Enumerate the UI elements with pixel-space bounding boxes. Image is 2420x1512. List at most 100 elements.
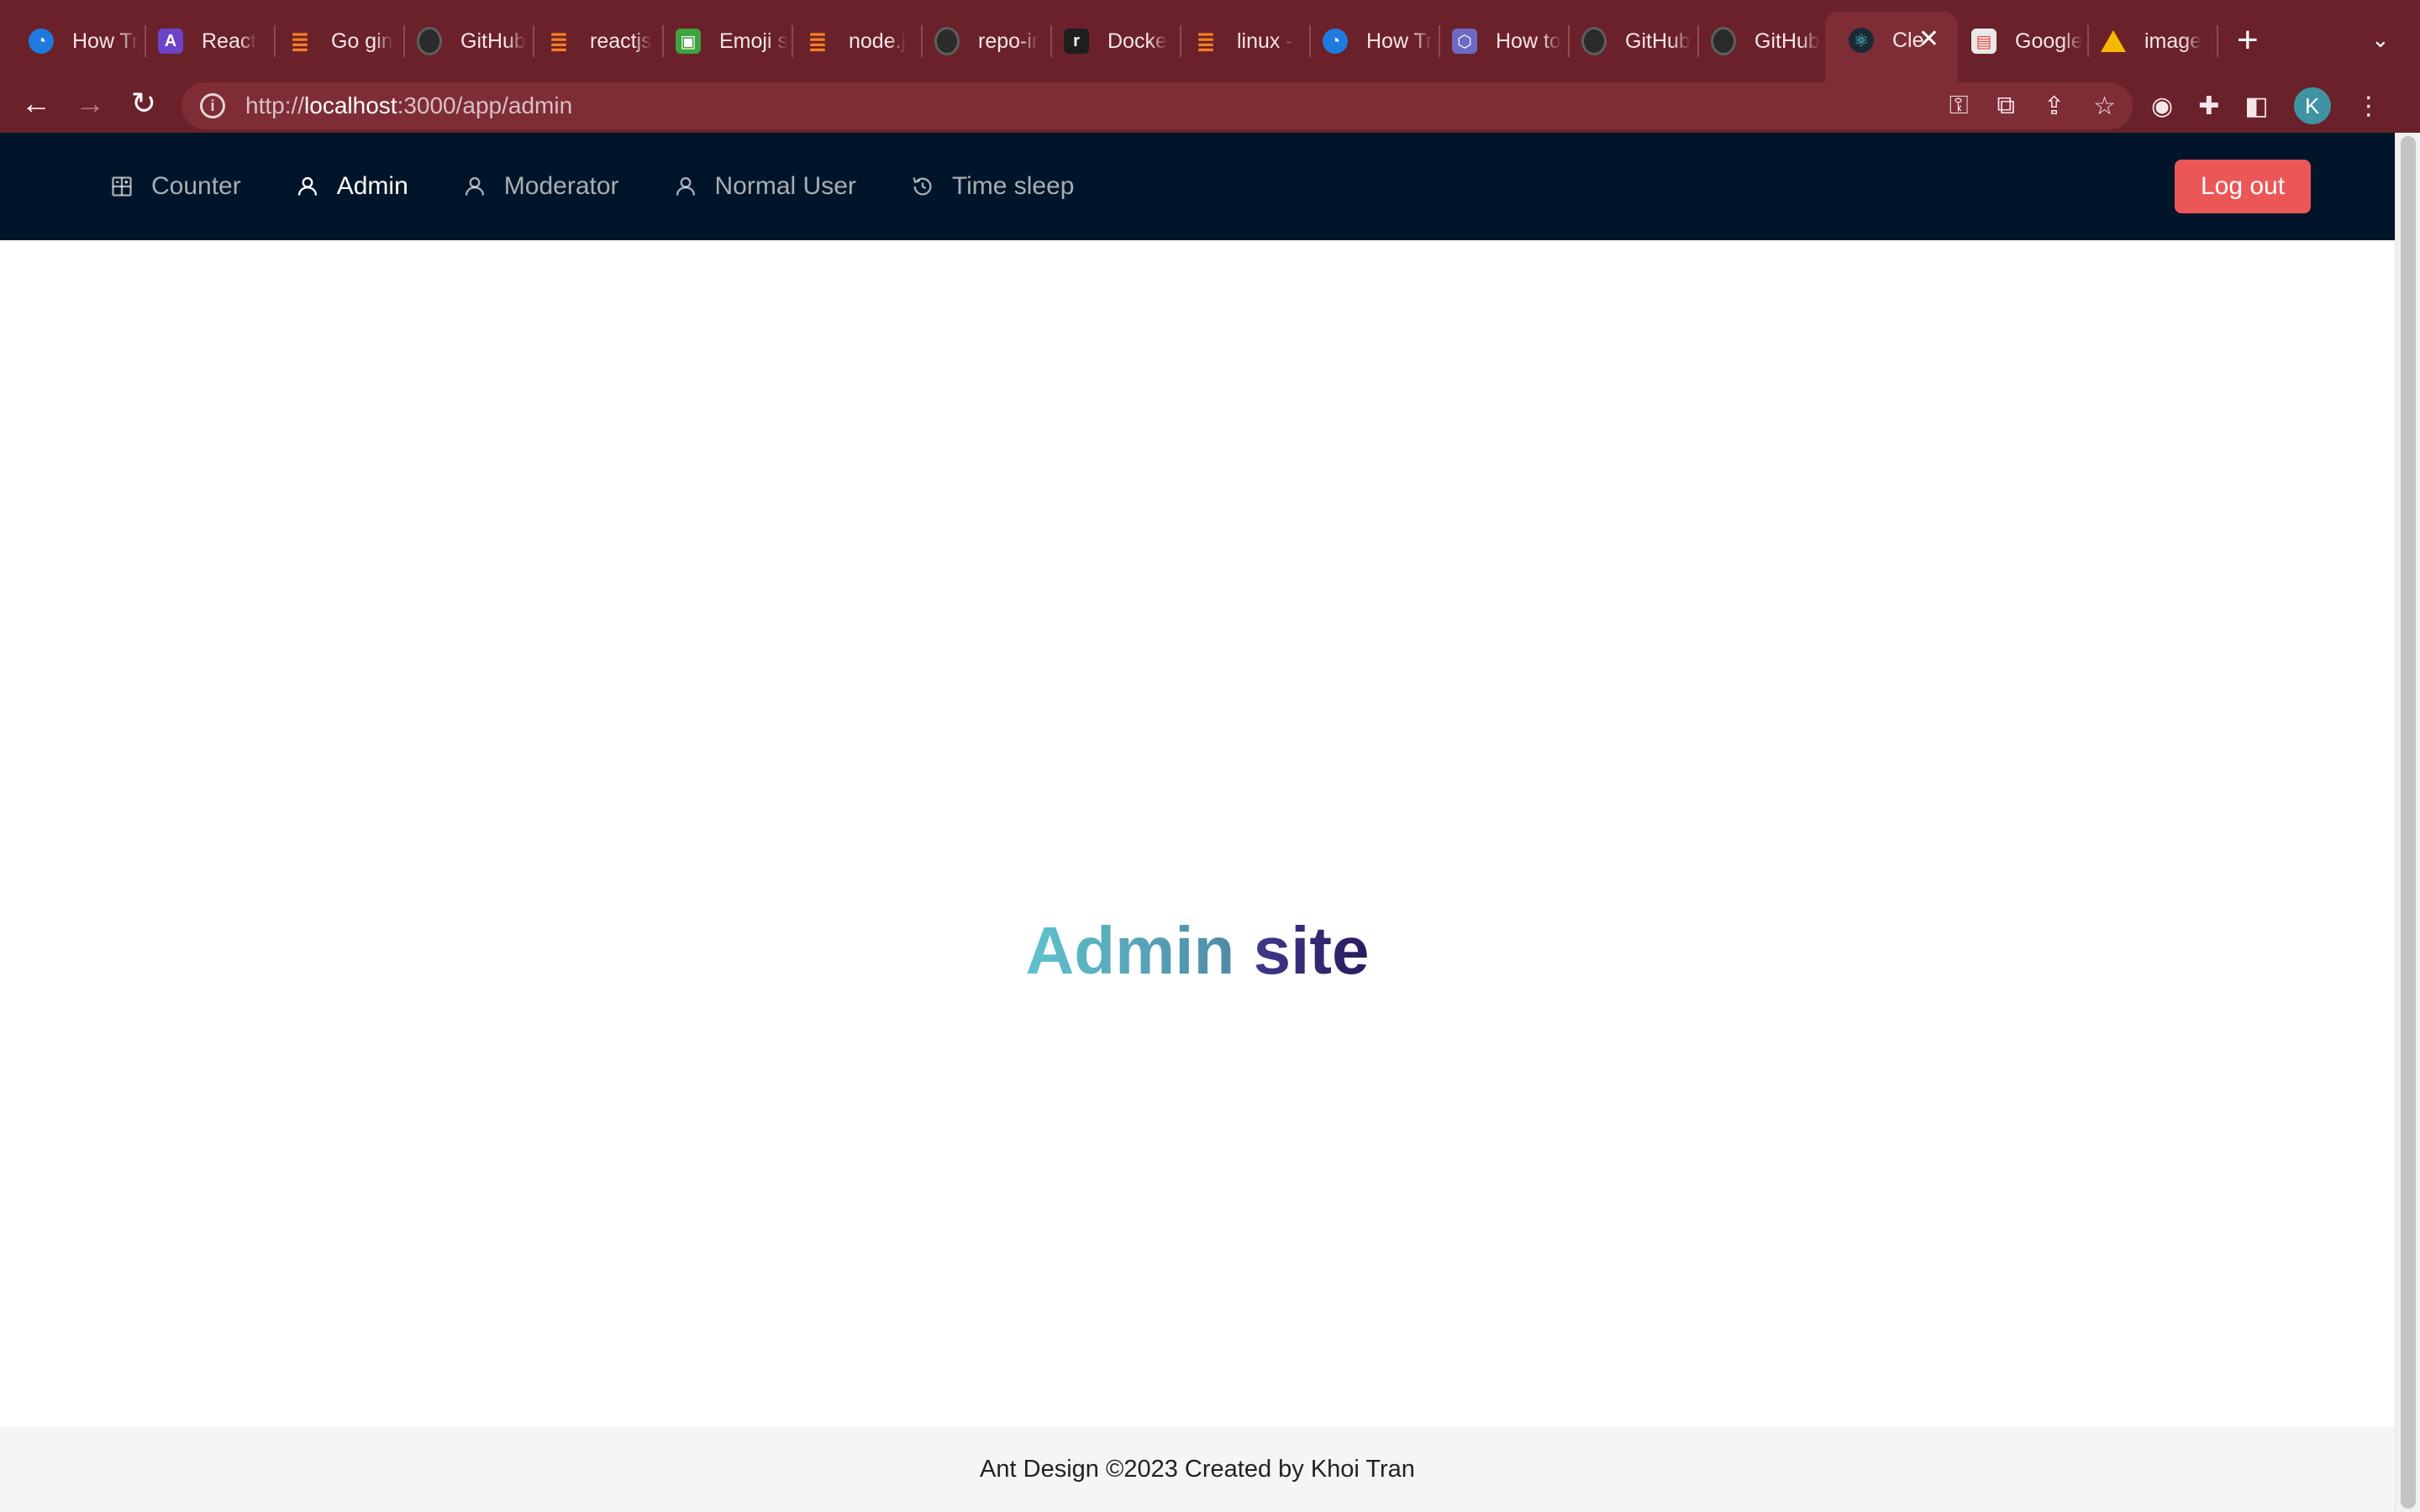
title-word-site: site: [1253, 913, 1370, 988]
google-docs-icon: ▤: [1971, 29, 1996, 54]
clock-history-icon: [910, 174, 935, 199]
main-content: Admin site: [0, 240, 2395, 1425]
menu-item-normal-user[interactable]: Normal User: [646, 133, 883, 240]
github-icon: [934, 29, 960, 54]
edge-logo-icon: ◔: [1323, 29, 1348, 54]
logout-button[interactable]: Log out: [2175, 160, 2311, 213]
tab-title: image: [2144, 29, 2202, 53]
tab-8[interactable]: repo-ir: [911, 13, 1052, 69]
edge-logo-icon: ◔: [29, 29, 54, 54]
page-footer: Ant Design ©2023 Created by Khoi Tran: [0, 1426, 2395, 1512]
scrollbar-thumb[interactable]: [2401, 136, 2416, 1509]
url-path: :3000/app/admin: [397, 92, 573, 118]
user-icon: [673, 174, 698, 199]
page-scrollbar[interactable]: [2395, 133, 2420, 1512]
tab-10[interactable]: ≣ linux -: [1170, 13, 1311, 69]
page-title: Admin site: [0, 912, 2395, 990]
stackoverflow-icon: ≣: [808, 28, 828, 55]
close-tab-icon[interactable]: ✕: [1918, 27, 1939, 52]
app-header: Counter Admin Moderator Normal User Time…: [0, 133, 2395, 240]
browser-toolbar: ← → ↻ i http://localhost:3000/app/admin …: [0, 82, 2420, 133]
tab-5[interactable]: ≣ reactjs: [523, 13, 664, 69]
menu-label: Moderator: [503, 172, 619, 200]
tab-title: How Tr: [72, 29, 139, 53]
reload-icon[interactable]: ↻: [123, 82, 165, 124]
side-panel-icon[interactable]: ◧: [2244, 92, 2268, 121]
main-menu: Counter Admin Moderator Normal User Time…: [109, 133, 1101, 240]
extension-eyes-icon[interactable]: ◉: [2151, 92, 2173, 121]
url-host: localhost: [304, 92, 397, 118]
tab-title: Docke: [1107, 29, 1167, 53]
forward-arrow-icon[interactable]: →: [69, 82, 111, 124]
site-info-icon[interactable]: i: [200, 93, 225, 118]
url-scheme: http://: [245, 92, 305, 118]
user-icon: [295, 174, 320, 199]
menu-label: Time sleep: [951, 172, 1075, 200]
react-icon: ⚛: [1849, 28, 1874, 53]
tab-7[interactable]: ≣ node.j: [781, 13, 923, 69]
tab-title: GitHub: [460, 29, 526, 53]
new-tab-plus-icon[interactable]: +: [2237, 22, 2259, 59]
tab-separator: [2217, 25, 2218, 57]
web-page: Counter Admin Moderator Normal User Time…: [0, 133, 2395, 1512]
profile-avatar[interactable]: K: [2293, 87, 2331, 124]
tab-14[interactable]: GitHub: [1687, 13, 1828, 69]
share-icon[interactable]: ⇪: [2044, 92, 2065, 121]
hexagon-icon: ⬡: [1452, 29, 1477, 54]
tab-search-chevron-icon[interactable]: ⌄: [2371, 27, 2390, 53]
tab-12[interactable]: ⬡ How to: [1428, 13, 1570, 69]
tab-title: Google: [2015, 29, 2083, 53]
tab-16[interactable]: ▤ Google: [1948, 13, 2089, 69]
tab-11[interactable]: ◔ How Tr: [1299, 13, 1440, 69]
tab-17[interactable]: image: [2077, 13, 2218, 69]
menu-label: Counter: [151, 172, 241, 200]
user-icon: [462, 174, 487, 199]
tab-4[interactable]: GitHub: [393, 13, 534, 69]
react-router-icon: A: [158, 29, 183, 54]
tab-title: GitHub: [1625, 29, 1691, 53]
menu-item-moderator[interactable]: Moderator: [435, 133, 646, 240]
tab-strip: ◔ How Tr A React ≣ Go gin GitHub ≣ react…: [0, 0, 2420, 82]
menu-label: Admin: [336, 172, 408, 200]
kebab-menu-icon[interactable]: ⋮: [2356, 92, 2381, 121]
calculator-icon: [109, 174, 134, 199]
tab-1[interactable]: ◔ How Tr: [5, 13, 146, 69]
tab-9[interactable]: r Docke: [1040, 13, 1181, 69]
puzzle-extensions-icon[interactable]: ✚: [2198, 92, 2219, 121]
key-icon[interactable]: ⚿: [1949, 92, 1969, 120]
emoji-site-icon: ▣: [676, 29, 701, 54]
tab-2[interactable]: A React: [134, 13, 276, 69]
tab-title: reactjs: [590, 29, 652, 53]
google-drive-icon: [2101, 29, 2126, 54]
tab-active[interactable]: ⚛ Cle ✕: [1825, 12, 1958, 82]
stackoverflow-icon: ≣: [290, 28, 310, 55]
tab-title: repo-ir: [978, 29, 1039, 53]
github-icon: [1581, 29, 1607, 54]
github-icon: [1711, 29, 1736, 54]
tab-title: React: [202, 29, 257, 53]
tab-3[interactable]: ≣ Go gin: [264, 13, 405, 69]
menu-item-admin[interactable]: Admin: [268, 133, 435, 240]
tab-title: How to: [1496, 29, 1561, 53]
title-word-admin: Admin: [1025, 913, 1235, 988]
tab-title: Go gin: [331, 29, 393, 53]
extension-area: ◉ ✚ ◧ K ⋮: [2151, 82, 2381, 129]
url-text[interactable]: http://localhost:3000/app/admin: [245, 92, 572, 119]
tab-6[interactable]: ▣ Emoji s: [652, 13, 793, 69]
star-bookmark-icon[interactable]: ☆: [2093, 92, 2116, 121]
tab-title: node.j: [849, 29, 907, 53]
menu-item-time-sleep[interactable]: Time sleep: [883, 133, 1102, 240]
address-bar[interactable]: i http://localhost:3000/app/admin ⚿ ⧉ ⇪ …: [182, 82, 2133, 129]
omnibox-actions: ⚿ ⧉ ⇪ ☆: [1949, 82, 2116, 129]
tab-title: How Tr: [1366, 29, 1434, 53]
back-arrow-icon[interactable]: ←: [15, 82, 57, 124]
tab-title: Emoji s: [719, 29, 788, 53]
tab-title: linux -: [1237, 29, 1293, 53]
stackoverflow-icon: ≣: [1196, 28, 1216, 55]
open-external-icon[interactable]: ⧉: [1997, 92, 2015, 120]
render-icon: r: [1064, 29, 1089, 54]
github-icon: [417, 29, 442, 54]
tab-13[interactable]: GitHub: [1558, 13, 1699, 69]
tab-title: GitHub: [1754, 29, 1820, 53]
menu-item-counter[interactable]: Counter: [109, 133, 268, 240]
